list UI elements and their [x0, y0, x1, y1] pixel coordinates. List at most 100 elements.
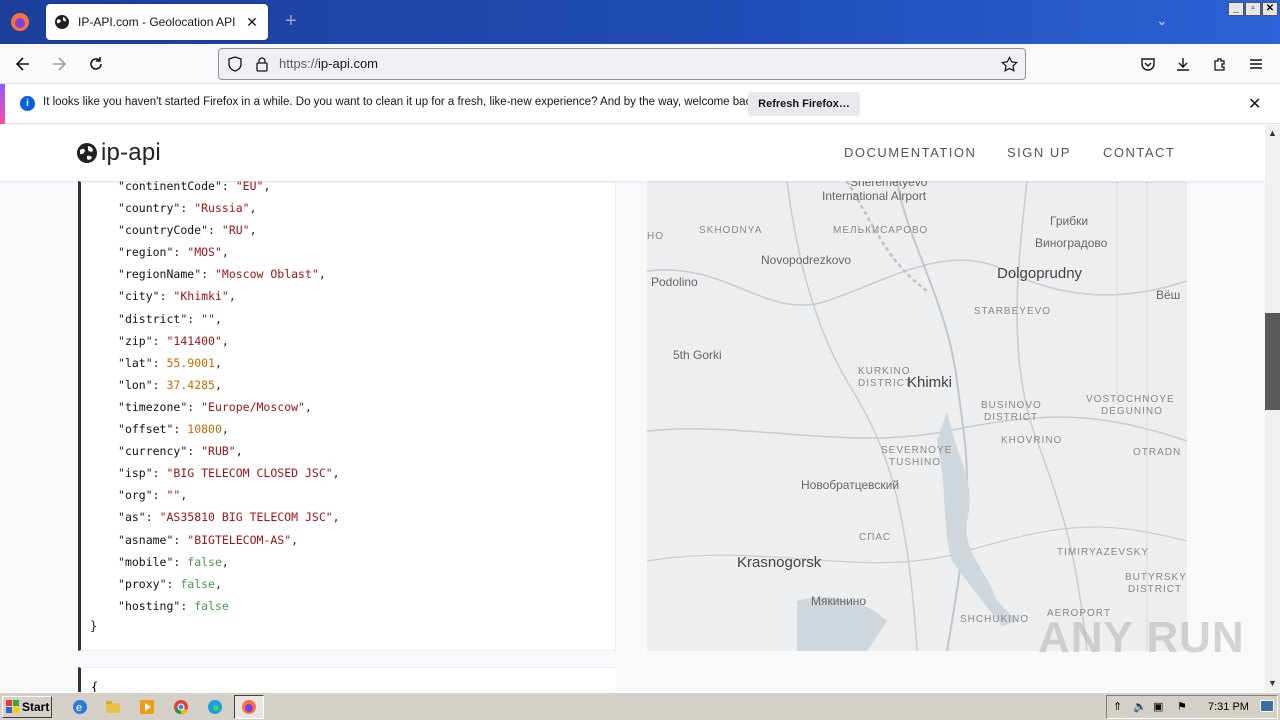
app-menu-icon[interactable] — [1243, 52, 1269, 76]
json-value: "BIGTELECOM-AS" — [187, 532, 292, 547]
start-button[interactable]: Start — [2, 696, 52, 718]
map-label: BUSINOVO — [981, 400, 1042, 411]
restore-button[interactable]: ▫ — [1245, 2, 1261, 16]
new-tab-button[interactable]: + — [280, 10, 302, 32]
json-key: country — [124, 201, 174, 216]
map-label: International Airport — [822, 189, 927, 203]
json-value: 55.9001 — [166, 355, 215, 370]
json-value: "MOS" — [187, 245, 222, 260]
json-line: "proxy": false, — [118, 576, 222, 591]
json-line: "org": "", — [118, 488, 188, 503]
json-value: false — [187, 554, 222, 569]
json-value: "Moscow Oblast" — [214, 267, 319, 282]
location-map[interactable]: Sheremetyevo International Airport SKHOD… — [647, 181, 1187, 651]
json-close-brace: } — [90, 619, 98, 633]
json-key: proxy — [124, 576, 160, 591]
json-response-panel-next: { — [78, 667, 616, 692]
show-desktop-icon[interactable] — [1260, 700, 1274, 712]
notification-message: It looks like you haven't started Firefo… — [43, 96, 761, 108]
notification-close-icon[interactable]: ✕ — [1248, 94, 1261, 114]
json-line: "currency": "RUB", — [118, 444, 243, 459]
json-key: lon — [124, 377, 146, 392]
json-value: "Russia" — [194, 201, 250, 216]
map-label: Dolgoprudny — [997, 265, 1083, 282]
json-value: "141400" — [166, 333, 222, 348]
anyrun-watermark: ANY RUN — [1038, 613, 1245, 662]
window-close-button[interactable]: ✕ — [1262, 2, 1278, 16]
json-key: isp — [124, 466, 146, 481]
globe-logo-icon — [77, 143, 97, 163]
json-value: "BIG TELECOM CLOSED JSC" — [166, 466, 333, 481]
map-label: Novopodrezkovo — [761, 253, 852, 267]
tab-close-icon[interactable]: ✕ — [244, 14, 260, 31]
bookmark-star-icon[interactable] — [1001, 56, 1018, 73]
refresh-firefox-notification: i It looks like you haven't started Fire… — [0, 84, 1280, 124]
scrollbar-thumb[interactable] — [1265, 313, 1280, 410]
json-line: "mobile": false, — [118, 554, 229, 569]
list-all-tabs-icon[interactable]: ⌄ — [1156, 12, 1168, 29]
tab-strip: IP-API.com - Geolocation API ✕ + ⌄ _ ▫ ✕ — [0, 0, 1280, 44]
json-line: "lon": 37.4285, — [118, 377, 222, 392]
firefox-view-icon[interactable] — [8, 10, 32, 34]
reload-icon[interactable] — [83, 52, 109, 76]
json-key: city — [124, 289, 153, 304]
globe-favicon-icon — [55, 15, 69, 29]
nav-contact[interactable]: CONTACT — [1103, 145, 1175, 160]
json-line: "timezone": "Europe/Moscow", — [118, 399, 312, 414]
map-label: KHOVRINO — [1001, 435, 1063, 446]
minimize-button[interactable]: _ — [1228, 2, 1244, 16]
json-line: "countryCode": "RU", — [118, 223, 257, 238]
edge-icon[interactable] — [204, 697, 226, 717]
json-line: "region": "MOS", — [118, 245, 229, 260]
ie-icon[interactable]: e — [69, 697, 91, 717]
volume-icon[interactable]: 🔈 — [1133, 700, 1147, 713]
url-bar[interactable]: https://ip-api.com — [218, 48, 1026, 80]
json-line: "as": "AS35810 BIG TELECOM JSC", — [118, 510, 340, 525]
map-label: Виноградово — [1035, 236, 1108, 250]
site-logo[interactable]: ip-api — [76, 139, 161, 167]
lock-icon[interactable] — [255, 56, 269, 72]
extensions-icon[interactable] — [1207, 52, 1233, 76]
vertical-scrollbar[interactable]: ▲ ▼ — [1265, 125, 1280, 692]
refresh-firefox-button[interactable]: Refresh Firefox… — [748, 92, 860, 116]
json-key: continentCode — [124, 179, 215, 193]
back-arrow-icon[interactable] — [10, 52, 36, 76]
windows-logo-icon — [6, 700, 19, 713]
map-label: Мякинино — [811, 594, 867, 608]
json-value: "RU" — [221, 223, 250, 238]
chrome-icon[interactable] — [170, 697, 192, 717]
map-label: Вёш — [1156, 288, 1181, 302]
scroll-down-arrow-icon[interactable]: ▼ — [1268, 678, 1277, 688]
map-label: НО — [647, 231, 664, 242]
json-key: regionName — [124, 267, 195, 282]
shield-icon[interactable] — [227, 56, 243, 72]
json-line: "district": "", — [118, 311, 222, 326]
notification-accent — [0, 84, 5, 124]
json-value: 10800 — [187, 422, 222, 437]
json-key: hosting — [124, 598, 174, 613]
firefox-taskbar-button[interactable] — [234, 695, 264, 719]
forward-arrow-icon[interactable] — [46, 52, 72, 76]
json-line: "regionName": "Moscow Oblast", — [118, 267, 326, 282]
nav-sign-up[interactable]: SIGN UP — [1007, 145, 1071, 160]
map-label: STARBEYEVO — [974, 306, 1052, 317]
page-content: ip-api DOCUMENTATION SIGN UP CONTACT "co… — [0, 125, 1265, 692]
scroll-up-arrow-icon[interactable]: ▲ — [1268, 128, 1277, 138]
tray-expand-icon[interactable]: ⇑ — [1113, 700, 1122, 713]
json-line: "offset": 10800, — [118, 422, 229, 437]
json-key: currency — [124, 444, 181, 459]
pocket-icon[interactable] — [1135, 52, 1161, 76]
nav-documentation[interactable]: DOCUMENTATION — [844, 145, 976, 160]
tab-active[interactable]: IP-API.com - Geolocation API ✕ — [46, 4, 268, 40]
flag-icon[interactable]: ⚑ — [1177, 700, 1187, 713]
windows-taskbar: Start e ⇑ 🔈 ▣ ⚑ 7:31 PM — [0, 692, 1280, 720]
explorer-icon[interactable] — [102, 697, 124, 717]
json-key: district — [124, 311, 181, 326]
map-label: SEVERNOYE — [881, 445, 953, 456]
media-player-icon[interactable] — [136, 697, 158, 717]
downloads-icon[interactable] — [1170, 52, 1196, 76]
json-key: countryCode — [124, 223, 202, 238]
map-label: Грибки — [1050, 214, 1089, 228]
url-text[interactable]: https://ip-api.com — [279, 56, 378, 71]
network-icon[interactable]: ▣ — [1153, 700, 1163, 713]
